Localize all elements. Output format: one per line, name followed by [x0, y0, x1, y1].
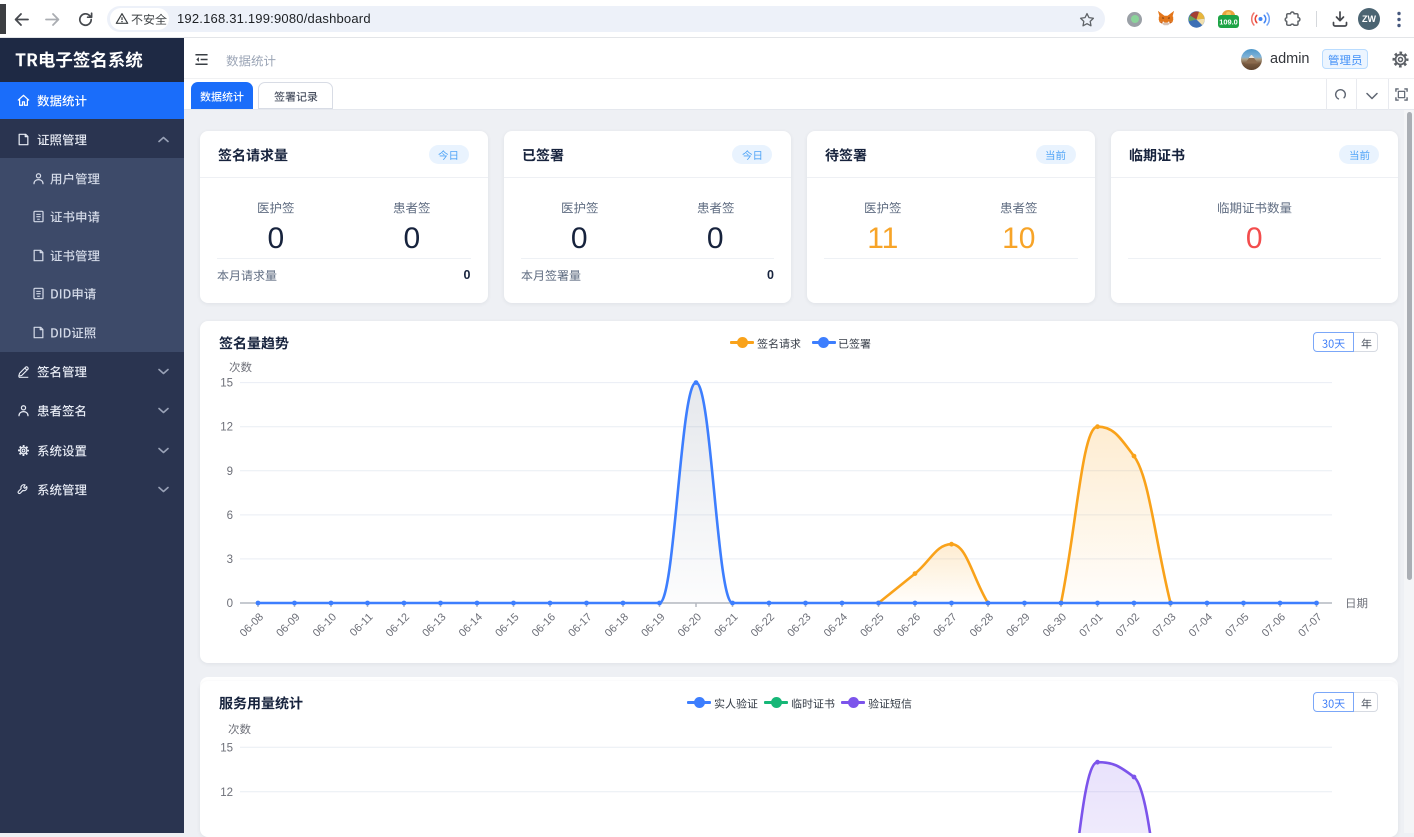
svg-text:109.0: 109.0 — [1219, 18, 1238, 27]
svg-text:07-05: 07-05 — [1223, 611, 1251, 639]
svg-text:06-17: 06-17 — [566, 611, 594, 639]
svg-text:12: 12 — [220, 422, 233, 434]
svg-text:06-18: 06-18 — [603, 611, 631, 639]
svg-text:06-28: 06-28 — [968, 611, 996, 639]
svg-text:12: 12 — [220, 787, 233, 799]
svg-text:06-13: 06-13 — [420, 611, 448, 639]
svg-text:3: 3 — [227, 554, 233, 566]
svg-text:9: 9 — [227, 466, 233, 478]
svg-text:07-03: 07-03 — [1150, 611, 1178, 639]
svg-text:06-25: 06-25 — [858, 611, 886, 639]
svg-text:06-21: 06-21 — [712, 611, 740, 639]
svg-text:06-14: 06-14 — [457, 611, 485, 639]
svg-text:06-27: 06-27 — [931, 611, 959, 639]
svg-text:06-10: 06-10 — [311, 611, 339, 639]
svg-text:15: 15 — [220, 742, 233, 754]
svg-text:06-22: 06-22 — [749, 611, 777, 639]
svg-text:07-02: 07-02 — [1114, 611, 1142, 639]
svg-text:07-07: 07-07 — [1296, 611, 1324, 639]
svg-text:06-15: 06-15 — [493, 611, 521, 639]
svg-text:06-08: 06-08 — [238, 611, 266, 639]
svg-text:07-01: 07-01 — [1077, 611, 1105, 639]
svg-text:06-30: 06-30 — [1041, 611, 1069, 639]
svg-text:06-26: 06-26 — [895, 611, 923, 639]
svg-text:06-29: 06-29 — [1004, 611, 1032, 639]
svg-text:6: 6 — [227, 510, 233, 522]
svg-text:06-09: 06-09 — [274, 611, 302, 639]
svg-text:06-11: 06-11 — [348, 611, 376, 639]
svg-text:07-06: 07-06 — [1260, 611, 1288, 639]
svg-text:06-12: 06-12 — [384, 611, 412, 639]
svg-text:0: 0 — [227, 598, 233, 610]
svg-text:06-16: 06-16 — [530, 611, 558, 639]
svg-text:06-20: 06-20 — [676, 611, 704, 639]
svg-text:07-04: 07-04 — [1187, 611, 1215, 639]
svg-text:06-19: 06-19 — [639, 611, 667, 639]
svg-text:15: 15 — [220, 378, 233, 390]
svg-text:06-23: 06-23 — [785, 611, 813, 639]
svg-text:06-24: 06-24 — [822, 611, 850, 639]
